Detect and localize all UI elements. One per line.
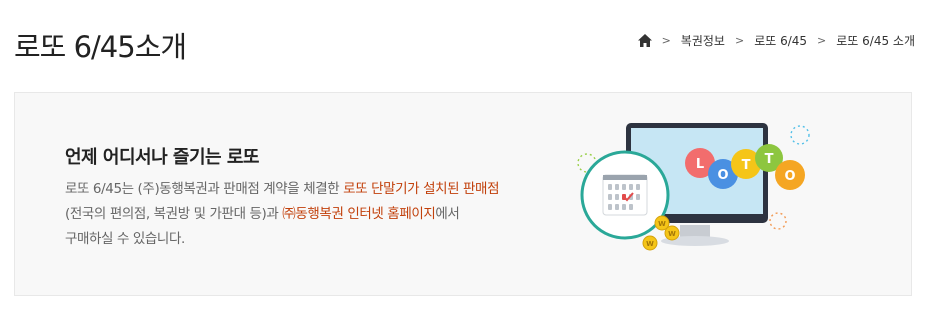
sparkle-icon [790,125,810,145]
lotto-ball-letter: T [765,152,774,167]
breadcrumb-item-lottery-info[interactable]: 복권정보 [681,32,725,49]
home-icon[interactable] [637,34,652,47]
page-title: 로또 6/45소개 [14,30,187,64]
lotto-illustration: L O T T O W W W [577,123,810,251]
svg-text:W: W [658,220,666,228]
intro-desc-text-2: (전국의 편의점, 복권방 및 가판대 등)과 [65,206,283,222]
lotto-ball-letter: T [742,158,751,173]
chevron-right-icon: > [661,34,671,47]
breadcrumb-item-lotto645[interactable]: 로또 6/45 [754,32,807,49]
intro-desc-text-1: 로또 6/45는 (주)동행복권과 판매점 계약을 체결한 [65,181,344,197]
intro-desc-text-3: 에서 [435,206,460,222]
intro-heading: 언제 어디서나 즐기는 로또 [65,147,259,168]
sparkle-icon [769,212,787,230]
lotto-ball-letter: O [717,168,728,183]
intro-description: 로또 6/45는 (주)동행복권과 판매점 계약을 체결한 로또 단말기가 설치… [65,177,585,252]
intro-desc-text-4: 구매하실 수 있습니다. [65,231,185,247]
lotto-ball-letter: O [784,169,795,184]
lotto-ball-letter: L [696,157,704,172]
svg-text:W: W [668,230,676,238]
breadcrumb-item-lotto645-intro[interactable]: 로또 6/45 소개 [836,32,915,49]
intro-desc-highlight-retailer: 로또 단말기가 설치된 판매점 [343,181,500,197]
intro-desc-highlight-website: ㈜동행복권 인터넷 홈페이지 [282,206,436,222]
svg-text:W: W [646,240,654,248]
chevron-right-icon: > [734,34,745,47]
intro-box: 언제 어디서나 즐기는 로또 로또 6/45는 (주)동행복권과 판매점 계약을… [14,92,912,296]
chevron-right-icon: > [817,34,827,47]
breadcrumb: > 복권정보 > 로또 6/45 > 로또 6/45 소개 [637,32,915,49]
